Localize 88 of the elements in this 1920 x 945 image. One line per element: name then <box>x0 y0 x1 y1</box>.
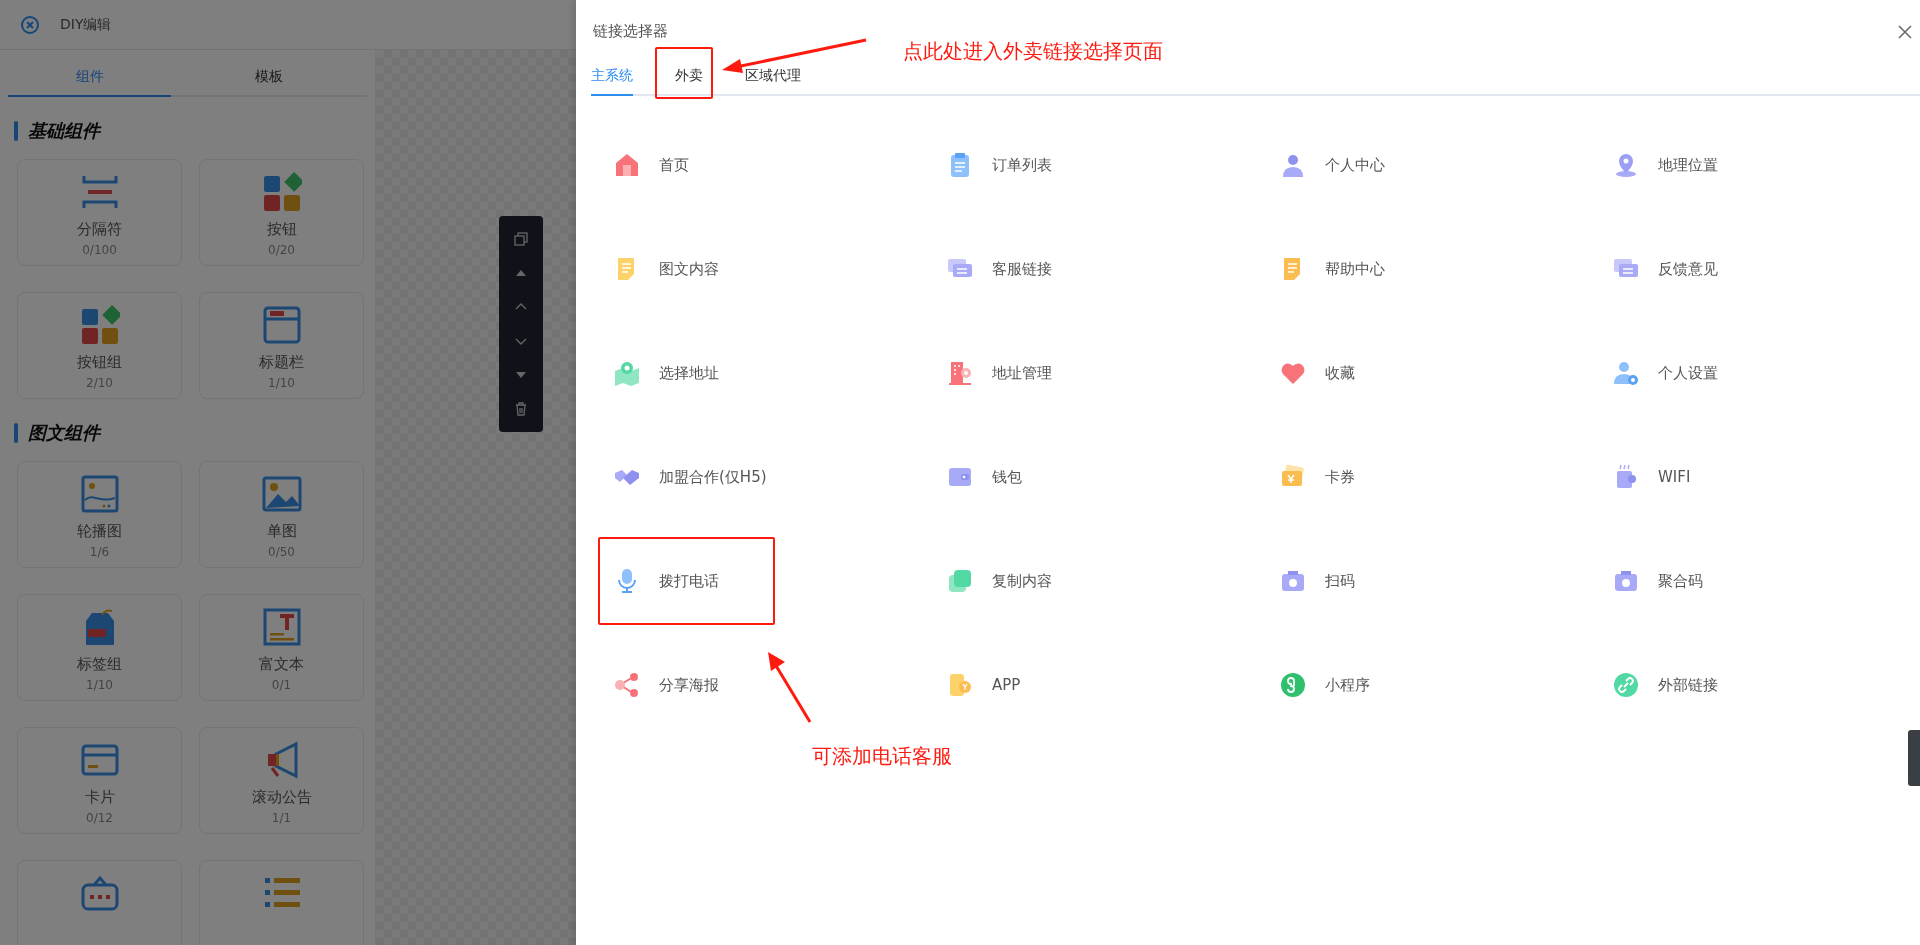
link-icon <box>1612 671 1640 699</box>
annotation-text: 点此处进入外卖链接选择页面 <box>903 38 1163 65</box>
link-option[interactable]: 地址管理 <box>940 359 1058 387</box>
component-card[interactable]: 按钮 0/20 <box>199 159 364 266</box>
dialog-title: 链接选择器 <box>593 22 668 41</box>
component-name: 单图 <box>266 522 297 541</box>
component-card[interactable]: 标题栏 1/10 <box>199 292 364 399</box>
page-title: DIY编辑 <box>60 15 112 34</box>
component-count: 0/1 <box>271 678 292 692</box>
component-card[interactable]: 滚动公告 1/1 <box>199 727 364 834</box>
link-option[interactable]: 钱包 <box>940 463 1028 491</box>
annotation-text: 可添加电话客服 <box>812 743 952 770</box>
component-count: 1/6 <box>89 545 110 559</box>
component-name: 轮播图 <box>77 522 122 541</box>
component-card[interactable]: 按钮组 2/10 <box>17 292 182 399</box>
component-count: 0/12 <box>86 811 113 825</box>
component-count: 0/100 <box>82 243 117 257</box>
link-option[interactable]: 地理位置 <box>1606 151 1724 179</box>
link-tab[interactable]: 外卖 <box>675 61 703 94</box>
link-option[interactable]: 帮助中心 <box>1273 255 1391 283</box>
blocks-icon <box>261 172 302 212</box>
text-document-icon <box>261 607 302 647</box>
link-option[interactable]: 客服链接 <box>940 255 1058 283</box>
copy-icon <box>513 231 529 247</box>
component-card[interactable] <box>17 860 182 945</box>
link-option[interactable]: WIFI <box>1606 463 1697 491</box>
house-icon <box>613 151 641 179</box>
link-option[interactable]: 卡券 <box>1273 463 1361 491</box>
panel-tab[interactable]: 模板 <box>171 58 367 97</box>
link-option[interactable]: 加盟合作(仅H5) <box>607 463 773 491</box>
component-card[interactable]: 单图 0/50 <box>199 461 364 568</box>
component-name: 标签组 <box>77 655 122 674</box>
link-option[interactable]: 外部链接 <box>1606 671 1724 699</box>
component-card[interactable]: 分隔符 0/100 <box>17 159 182 266</box>
component-count: 2/10 <box>86 376 113 390</box>
close-icon <box>20 14 40 35</box>
component-count: 1/10 <box>86 678 113 692</box>
side-handle[interactable] <box>1908 730 1920 786</box>
link-tab[interactable]: 主系统 <box>591 61 633 96</box>
link-option[interactable]: 收藏 <box>1273 359 1361 387</box>
link-option[interactable]: 个人设置 <box>1606 359 1724 387</box>
component-count: 0/50 <box>268 545 295 559</box>
image-icon <box>261 474 302 514</box>
component-name: 标题栏 <box>259 353 304 372</box>
trash-icon <box>513 401 529 417</box>
component-name: 卡片 <box>84 788 115 807</box>
arrow <box>768 652 812 723</box>
component-card[interactable]: 标签组 1/10 <box>17 594 182 701</box>
component-card[interactable]: 轮播图 1/6 <box>17 461 182 568</box>
map-pin-icon <box>613 359 641 387</box>
section-title: 图文组件 <box>28 421 100 445</box>
blocks-icon <box>79 305 120 345</box>
link-option[interactable]: 分享海报 <box>607 671 725 699</box>
close-button[interactable] <box>1897 23 1913 40</box>
link-option[interactable]: 反馈意见 <box>1606 255 1724 283</box>
component-count: 1/10 <box>268 376 295 390</box>
link-option[interactable]: 订单列表 <box>940 151 1058 179</box>
window-icon <box>261 305 302 345</box>
building-icon <box>946 359 974 387</box>
mini-program-icon <box>1279 671 1307 699</box>
link-option[interactable]: 个人中心 <box>1273 151 1391 179</box>
image-icon <box>79 474 120 514</box>
link-option[interactable]: 扫码 <box>1273 567 1361 595</box>
share-icon <box>613 671 641 699</box>
component-name: 按钮 <box>266 220 297 239</box>
copy-icon <box>946 567 974 595</box>
component-name: 滚动公告 <box>251 788 312 807</box>
link-option[interactable]: 小程序 <box>1273 671 1376 699</box>
component-count: 0/20 <box>268 243 295 257</box>
link-option[interactable]: 聚合码 <box>1606 567 1709 595</box>
component-name: 分隔符 <box>77 220 122 239</box>
link-tab[interactable]: 区域代理 <box>745 61 801 94</box>
link-option[interactable]: 首页 <box>607 151 695 179</box>
link-option[interactable]: 复制内容 <box>940 567 1058 595</box>
link-option[interactable]: 图文内容 <box>607 255 725 283</box>
component-card[interactable] <box>199 860 364 945</box>
component-count: 1/1 <box>271 811 292 825</box>
section-title: 基础组件 <box>28 119 100 143</box>
robot-icon <box>79 873 120 913</box>
close-icon <box>1897 23 1913 40</box>
component-name: 富文本 <box>259 655 304 674</box>
link-option[interactable]: 拨打电话 <box>607 567 725 595</box>
component-card[interactable]: 卡片 0/12 <box>17 727 182 834</box>
component-card[interactable]: 富文本 0/1 <box>199 594 364 701</box>
link-option[interactable]: 选择地址 <box>607 359 725 387</box>
user-gear-icon <box>1612 359 1640 387</box>
component-name: 按钮组 <box>77 353 122 372</box>
link-option[interactable]: APP <box>940 671 1027 699</box>
